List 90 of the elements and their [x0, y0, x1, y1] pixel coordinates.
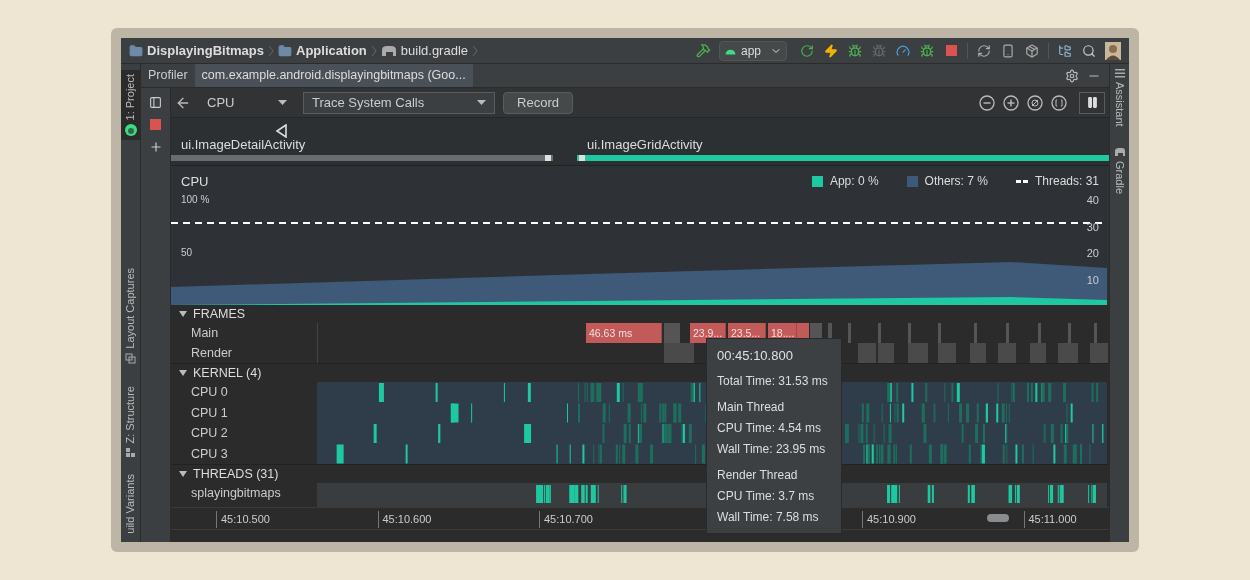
breadcrumb-link[interactable]: Application	[296, 40, 367, 61]
folder-icon	[278, 43, 293, 58]
tooltip-line: CPU Time: 4.54 ms	[717, 419, 823, 437]
breadcrumb-link[interactable]: build.gradle	[400, 40, 469, 61]
trace-config-dropdown[interactable]: Trace System Calls	[303, 91, 495, 114]
tool-window-tab[interactable]: Assistant	[1111, 82, 1128, 127]
layout-icon	[125, 353, 136, 365]
track-label: CPU 1	[190, 404, 229, 422]
chevron-icon	[268, 44, 275, 57]
caret-icon	[477, 100, 486, 105]
zoom-to-selection-icon[interactable]	[1051, 94, 1067, 111]
tool-window-tab[interactable]: Z: Structure	[121, 382, 140, 462]
activity-label: ui.ImageGridActivity	[586, 135, 704, 154]
tool-window-tab[interactable]: Gradle	[1111, 160, 1128, 194]
breadcrumb-link[interactable]: DisplayingBitmaps	[147, 40, 265, 61]
bug-icon[interactable]	[848, 43, 862, 58]
project-structure-icon[interactable]	[1058, 43, 1072, 58]
section-title[interactable]: KERNEL (4)	[193, 363, 262, 383]
track-label: CPU 3	[190, 445, 229, 463]
reset-zoom-icon[interactable]	[1027, 94, 1043, 111]
list-icon	[1114, 68, 1125, 78]
tooltip-line: Wall Time: 23.95 ms	[717, 440, 827, 458]
axis-label: 20	[1086, 246, 1099, 261]
structure-icon	[125, 447, 136, 458]
track-label: splayingbitmaps	[190, 485, 282, 502]
time-axis-label: 45:10.700	[539, 511, 593, 528]
package-icon[interactable]	[1025, 43, 1039, 58]
panel-toggle-icon[interactable]	[149, 96, 162, 109]
track-label: CPU 0	[190, 384, 229, 401]
tool-window-tab[interactable]: Layout Captures	[121, 264, 140, 369]
legend-label: Others: 7 %	[924, 173, 988, 190]
hammer-icon[interactable]	[695, 43, 711, 58]
track-label: CPU 2	[190, 425, 229, 442]
tab[interactable]: com.example.android.displayingbitmaps (Goo...	[194, 64, 473, 87]
tool-window-tab[interactable]: uild Variants	[121, 469, 140, 538]
tool-window-tab[interactable]: 1: Project	[121, 70, 140, 141]
legend-dash-icon	[1015, 179, 1028, 183]
add-session-icon[interactable]	[148, 140, 163, 154]
time-axis-label: 45:11.000	[1023, 511, 1077, 528]
disclosure-triangle-icon[interactable]	[179, 310, 187, 318]
search-icon[interactable]	[1082, 43, 1096, 58]
monitor-dropdown[interactable]: CPU	[199, 91, 295, 114]
disclosure-triangle-icon[interactable]	[179, 369, 187, 377]
time-axis-label: 45:10.600	[377, 511, 432, 528]
tooltip-heading: Render Thread	[717, 466, 799, 484]
rerun-icon[interactable]	[800, 43, 814, 58]
tooltip-line: Wall Time: 7.58 ms	[717, 508, 820, 526]
section-title[interactable]: FRAMES	[193, 304, 246, 324]
settings-icon[interactable]	[1065, 68, 1079, 83]
record-button[interactable]: Record	[503, 91, 573, 114]
lightning-icon[interactable]	[824, 43, 838, 58]
legend-label: App: 0 %	[829, 173, 879, 190]
pause-icon	[1085, 96, 1099, 109]
tooltip-time: 00:45:10.800	[717, 347, 794, 365]
activity-label: ui.ImageDetailActivity	[180, 135, 307, 154]
tooltip-heading: Main Thread	[717, 398, 786, 416]
scrollbar-thumb[interactable]	[987, 514, 1009, 522]
axis-label: 50	[181, 246, 193, 260]
back-event-icon	[275, 124, 288, 138]
chevron-icon	[370, 44, 377, 57]
sync-icon[interactable]	[977, 43, 991, 58]
zoom-out-icon[interactable]	[979, 94, 995, 111]
axis-label: 30	[1086, 219, 1099, 235]
chart-title: CPU	[181, 173, 209, 191]
phone-icon[interactable]	[1001, 43, 1015, 58]
caret-icon	[278, 100, 287, 105]
bug-icon[interactable]	[920, 43, 934, 58]
axis-label: 40	[1086, 193, 1099, 208]
track-label: Render	[190, 345, 233, 362]
frame-block[interactable]: 46.63 ms	[586, 323, 662, 343]
folder-icon	[129, 43, 143, 58]
android-icon	[124, 124, 137, 137]
tab[interactable]: Profiler	[141, 64, 195, 87]
zoom-in-icon[interactable]	[1003, 94, 1019, 111]
time-axis-label: 45:10.500	[216, 511, 270, 528]
tooltip-line: CPU Time: 3.7 ms	[717, 487, 816, 505]
run-configuration-dropdown[interactable]: app	[719, 40, 787, 61]
avatar-icon[interactable]	[1105, 41, 1121, 60]
time-axis-label: 45:10.900	[862, 511, 916, 528]
axis-label: 10	[1086, 272, 1099, 288]
gauge-icon[interactable]	[896, 43, 910, 58]
section-title[interactable]: THREADS (31)	[193, 464, 279, 484]
tooltip-line: Total Time: 31.53 ms	[717, 372, 829, 390]
axis-label: 100 %	[181, 193, 210, 207]
chevron-icon	[472, 44, 479, 57]
disclosure-triangle-icon[interactable]	[179, 470, 187, 478]
pause-button[interactable]	[1079, 91, 1105, 114]
legend-label: Threads: 31	[1034, 173, 1099, 190]
track-label: Main	[190, 325, 220, 342]
stop-icon[interactable]	[945, 45, 957, 56]
